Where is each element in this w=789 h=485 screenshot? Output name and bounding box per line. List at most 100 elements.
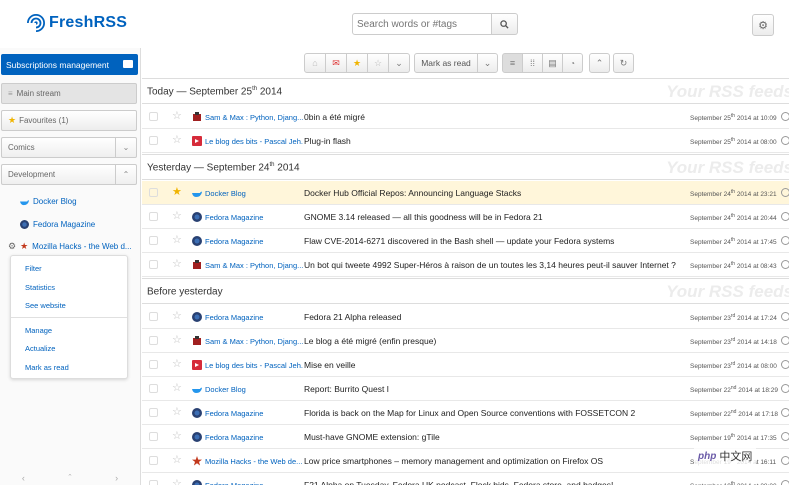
- article-feed-name[interactable]: Fedora Magazine: [205, 433, 303, 442]
- chevron-up-icon[interactable]: ˆ: [68, 473, 71, 485]
- article-feed-name[interactable]: Fedora Magazine: [205, 481, 303, 485]
- article-title[interactable]: Report: Burrito Quest I: [304, 384, 389, 394]
- read-toggle[interactable]: [149, 236, 158, 245]
- menu-item-statistics[interactable]: Statistics: [25, 283, 55, 292]
- app-logo[interactable]: FreshRSS: [27, 14, 127, 32]
- rss-button[interactable]: ◔: [562, 53, 583, 73]
- article-feed-name[interactable]: Sam & Max : Python, Djang...: [205, 113, 303, 122]
- external-link-icon[interactable]: [781, 432, 789, 441]
- gear-icon[interactable]: ⚙: [8, 241, 16, 252]
- menu-item-actualize[interactable]: Actualize: [25, 344, 55, 353]
- external-link-icon[interactable]: [781, 384, 789, 393]
- article-feed-name[interactable]: Sam & Max : Python, Djang...: [205, 337, 303, 346]
- article-title[interactable]: Le blog a été migré (enfin presque): [304, 336, 436, 346]
- article-row[interactable]: ☆ Fedora Magazine Must-have GNOME extensio…: [142, 425, 789, 449]
- article-feed-name[interactable]: Docker Blog: [205, 189, 303, 198]
- favourite-star-icon[interactable]: ☆: [172, 357, 182, 370]
- favourite-star-icon[interactable]: ☆: [172, 209, 182, 222]
- view-normal-button[interactable]: ≡: [502, 53, 523, 73]
- category-development[interactable]: Development ⌃: [1, 164, 137, 185]
- read-toggle[interactable]: [149, 112, 158, 121]
- article-row[interactable]: ☆ Sam & Max : Python, Djang... Le blog a é…: [142, 329, 789, 353]
- home-button[interactable]: ⌂: [304, 53, 326, 73]
- favourite-star-icon[interactable]: ☆: [172, 333, 182, 346]
- read-toggle[interactable]: [149, 480, 158, 485]
- unread-filter-button[interactable]: ✉: [325, 53, 347, 73]
- category-comics[interactable]: Comics ⌄: [1, 137, 137, 158]
- favourite-star-icon[interactable]: ☆: [172, 381, 182, 394]
- read-toggle[interactable]: [149, 360, 158, 369]
- search-button[interactable]: [492, 13, 518, 35]
- sidebar-feed-docker[interactable]: Docker Blog: [20, 197, 77, 206]
- article-row[interactable]: ☆ Fedora Magazine GNOME 3.14 released — al…: [142, 205, 789, 229]
- external-link-icon[interactable]: [781, 188, 789, 197]
- article-row[interactable]: ☆ Le blog des bits - Pascal Jeh... Mise en…: [142, 353, 789, 377]
- view-reader-button[interactable]: ▤: [542, 53, 563, 73]
- article-title[interactable]: 0bin a été migré: [304, 112, 365, 122]
- article-title[interactable]: Fedora 21 Alpha released: [304, 312, 401, 322]
- article-row[interactable]: ☆ Fedora Magazine Fedora 21 Alpha released…: [142, 305, 789, 329]
- favourite-star-icon[interactable]: ☆: [172, 233, 182, 246]
- filter-dropdown-button[interactable]: ⌄: [388, 53, 410, 73]
- favourite-star-icon[interactable]: ☆: [172, 109, 182, 122]
- subscriptions-management-button[interactable]: Subscriptions management: [1, 54, 138, 75]
- search-input[interactable]: [352, 13, 492, 35]
- star-empty-button[interactable]: ☆: [367, 53, 389, 73]
- external-link-icon[interactable]: [781, 112, 789, 121]
- external-link-icon[interactable]: [781, 360, 789, 369]
- favourite-star-icon[interactable]: ☆: [172, 257, 182, 270]
- article-row[interactable]: ☆ Fedora Magazine Flaw CVE-2014-6271 disco…: [142, 229, 789, 253]
- sidebar-feed-mozilla[interactable]: ⚙ ★ Mozilla Hacks - the Web d...: [8, 241, 132, 252]
- external-link-icon[interactable]: [781, 212, 789, 221]
- article-title[interactable]: Docker Hub Official Repos: Announcing La…: [304, 188, 521, 198]
- favourite-star-icon[interactable]: ☆: [172, 477, 182, 485]
- read-toggle[interactable]: [149, 188, 158, 197]
- article-row[interactable]: ☆ Le blog des bits - Pascal Jeh... Plug-in…: [142, 129, 789, 153]
- menu-item-mark-as-read[interactable]: Mark as read: [25, 363, 69, 372]
- article-row[interactable]: ☆ Sam & Max : Python, Djang... Un bot qui …: [142, 253, 789, 277]
- article-feed-name[interactable]: Fedora Magazine: [205, 409, 303, 418]
- article-row[interactable]: ☆ Fedora MagazineF21 Alpha on Tuesday, Fe…: [142, 473, 789, 485]
- scroll-up-button[interactable]: ⌃: [589, 53, 610, 73]
- external-link-icon[interactable]: [781, 336, 789, 345]
- read-toggle[interactable]: [149, 136, 158, 145]
- favourite-star-icon[interactable]: ★: [172, 185, 182, 198]
- menu-item-filter[interactable]: Filter: [25, 264, 42, 273]
- read-toggle[interactable]: [149, 312, 158, 321]
- article-feed-name[interactable]: Fedora Magazine: [205, 313, 303, 322]
- article-title[interactable]: Must-have GNOME extension: gTile: [304, 432, 440, 442]
- refresh-button[interactable]: ↻: [613, 53, 634, 73]
- article-title[interactable]: Flaw CVE-2014-6271 discovered in the Bas…: [304, 236, 614, 246]
- read-toggle[interactable]: [149, 408, 158, 417]
- sidebar-feed-fedora[interactable]: Fedora Magazine: [20, 220, 95, 229]
- external-link-icon[interactable]: [781, 260, 789, 269]
- main-stream-button[interactable]: ≡ Main stream: [1, 83, 137, 104]
- article-title[interactable]: Un bot qui tweete 4992 Super-Héros à rai…: [304, 260, 676, 270]
- article-feed-name[interactable]: Docker Blog: [205, 385, 303, 394]
- mark-as-read-button[interactable]: Mark as read: [414, 53, 478, 73]
- read-toggle[interactable]: [149, 260, 158, 269]
- article-title[interactable]: F21 Alpha on Tuesday, Fedora UK podcast,…: [304, 480, 613, 485]
- read-toggle[interactable]: [149, 336, 158, 345]
- external-link-icon[interactable]: [781, 456, 789, 465]
- article-row[interactable]: ☆ Docker Blog Report: Burrito Quest I Septe…: [142, 377, 789, 401]
- menu-item-see-website[interactable]: See website: [25, 301, 66, 310]
- favourite-filter-button[interactable]: ★: [346, 53, 368, 73]
- article-feed-name[interactable]: Fedora Magazine: [205, 213, 303, 222]
- article-title[interactable]: Plug-in flash: [304, 136, 351, 146]
- settings-button[interactable]: ⚙: [752, 14, 774, 36]
- article-feed-name[interactable]: Fedora Magazine: [205, 237, 303, 246]
- favourite-star-icon[interactable]: ☆: [172, 453, 182, 466]
- article-feed-name[interactable]: Le blog des bits - Pascal Jeh...: [205, 137, 303, 146]
- menu-item-manage[interactable]: Manage: [25, 326, 52, 335]
- favourite-star-icon[interactable]: ☆: [172, 429, 182, 442]
- favourite-star-icon[interactable]: ☆: [172, 405, 182, 418]
- chevron-right-icon[interactable]: ›: [115, 473, 118, 485]
- article-feed-name[interactable]: Mozilla Hacks - the Web de...: [205, 457, 303, 466]
- chevron-up-icon[interactable]: ⌃: [115, 165, 136, 184]
- article-feed-name[interactable]: Sam & Max : Python, Djang...: [205, 261, 303, 270]
- read-toggle[interactable]: [149, 432, 158, 441]
- article-title[interactable]: Florida is back on the Map for Linux and…: [304, 408, 635, 418]
- article-title[interactable]: Low price smartphones – memory managemen…: [304, 456, 603, 466]
- article-row[interactable]: ☆ Mozilla Hacks - the Web de... Low price …: [142, 449, 789, 473]
